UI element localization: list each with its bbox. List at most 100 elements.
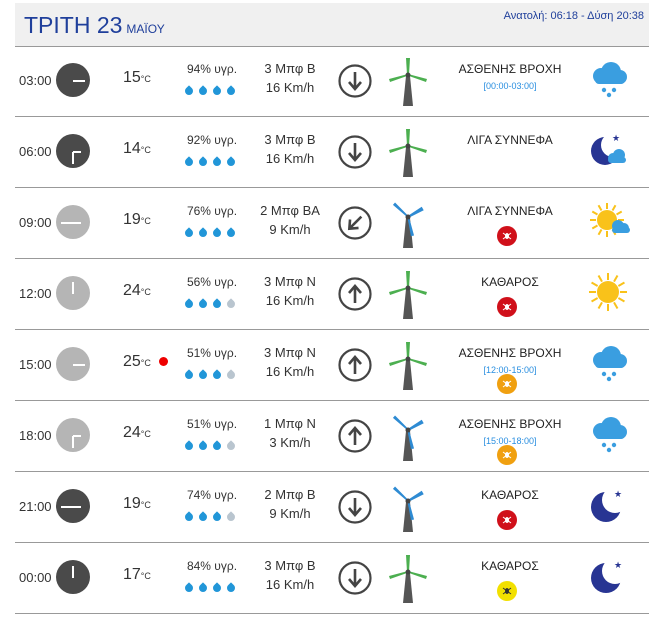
wind-force: 2 Μπφ ΒΑ bbox=[260, 203, 320, 218]
humidity-drop-icon bbox=[183, 511, 195, 523]
humidity-drop-icon bbox=[225, 298, 237, 310]
humidity-drop-icon bbox=[197, 156, 209, 168]
windmill-icon bbox=[389, 129, 427, 177]
humidity-drops bbox=[183, 153, 241, 171]
wind-speed: 16 Km/h bbox=[265, 80, 315, 95]
condition-label: ΑΣΘΕΝΗΣ ΒΡΟΧΗ bbox=[458, 346, 562, 360]
time-label: 21:00 bbox=[19, 499, 52, 514]
cloud-rain-icon bbox=[593, 417, 627, 453]
windmill-icon bbox=[389, 555, 427, 603]
wind-speed: 9 Km/h bbox=[269, 506, 311, 521]
windmill-icon bbox=[392, 415, 424, 461]
sun-cloud-icon bbox=[590, 203, 630, 237]
temperature-unit: °C bbox=[140, 287, 151, 297]
temperature-value: 24 bbox=[123, 424, 141, 441]
wind-turbine bbox=[386, 484, 430, 539]
condition-label: ΚΑΘΑΡΟΣ bbox=[481, 275, 539, 289]
mosquito-badge bbox=[497, 510, 517, 530]
wind-turbine bbox=[386, 129, 430, 184]
wind-direction-down-icon bbox=[338, 561, 372, 595]
wind-force: 3 Μπφ Β bbox=[264, 558, 316, 573]
clock-icon bbox=[56, 489, 90, 523]
wind-force: 1 Μπφ Ν bbox=[264, 416, 316, 431]
windmill-icon bbox=[392, 202, 424, 248]
wind-speed: 3 Km/h bbox=[269, 435, 311, 450]
svg-text:★: ★ bbox=[614, 561, 622, 571]
wind-force: 3 Μπφ Β bbox=[264, 61, 316, 76]
wind-speed: 16 Km/h bbox=[265, 364, 315, 379]
wind-direction-up-icon bbox=[338, 277, 372, 311]
temperature-unit: °C bbox=[140, 571, 151, 581]
humidity-drop-icon bbox=[225, 369, 237, 381]
humidity-drop-icon bbox=[225, 227, 237, 239]
temperature-unit: °C bbox=[140, 358, 151, 368]
weather-icon: ★ bbox=[587, 129, 629, 176]
windmill-icon bbox=[392, 486, 424, 532]
moon-cloud-icon: ★ bbox=[591, 133, 626, 165]
wind-info: 2 Μπφ Β 9 Km/h bbox=[250, 485, 330, 523]
wind-turbine bbox=[386, 413, 430, 468]
humidity-drop-icon bbox=[211, 582, 223, 594]
weather-icon bbox=[587, 58, 629, 105]
humidity-drop-icon bbox=[211, 298, 223, 310]
forecast-row: 18:00 24°C 51% υγρ. 1 Μπφ Ν 3 Km/h ΑΣΘΕΝ… bbox=[15, 401, 649, 472]
temperature-value: 17 bbox=[123, 566, 141, 583]
wind-turbine bbox=[386, 555, 430, 610]
mosquito-badge bbox=[497, 581, 517, 601]
wind-turbine bbox=[386, 271, 430, 326]
wind-direction bbox=[337, 63, 373, 104]
humidity-drop-icon bbox=[197, 85, 209, 97]
wind-turbine bbox=[386, 342, 430, 397]
wind-direction bbox=[337, 134, 373, 175]
temperature: 19°C bbox=[123, 495, 151, 513]
temperature-unit: °C bbox=[140, 216, 151, 226]
wind-info: 3 Μπφ Β 16 Km/h bbox=[250, 59, 330, 97]
humidity-drop-icon bbox=[211, 85, 223, 97]
wind-direction-down-left-icon bbox=[338, 206, 372, 240]
day-title: ΤΡΙΤΗ 23 ΜΑΪΟΥ bbox=[24, 12, 165, 39]
humidity-drop-icon bbox=[197, 511, 209, 523]
windmill-icon bbox=[389, 58, 427, 106]
humidity-drop-icon bbox=[211, 511, 223, 523]
wind-info: 2 Μπφ ΒΑ 9 Km/h bbox=[250, 201, 330, 239]
wind-speed: 16 Km/h bbox=[265, 577, 315, 592]
wind-info: 3 Μπφ Ν 16 Km/h bbox=[250, 272, 330, 310]
moon-icon: ★ bbox=[591, 487, 628, 522]
humidity-drop-icon bbox=[197, 369, 209, 381]
humidity-label: 92% υγρ. bbox=[186, 133, 238, 147]
humidity-drop-icon bbox=[183, 582, 195, 594]
weather-icon: ★ bbox=[587, 484, 629, 531]
wind-direction-up-icon bbox=[338, 419, 372, 453]
day-label: ΤΡΙΤΗ 23 bbox=[24, 12, 123, 38]
temperature-value: 15 bbox=[123, 69, 141, 86]
forecast-row: 06:00 14°C 92% υγρ. 3 Μπφ Β 16 Km/h ΛΙΓΑ… bbox=[15, 117, 649, 188]
mosquito-badge bbox=[497, 445, 517, 465]
day-header: ΤΡΙΤΗ 23 ΜΑΪΟΥ Ανατολή: 06:18 - Δύση 20:3… bbox=[15, 3, 649, 47]
humidity-drop-icon bbox=[225, 156, 237, 168]
humidity-label: 51% υγρ. bbox=[186, 346, 238, 360]
rain-window: [00:00-03:00] bbox=[483, 81, 537, 91]
sunrise-sunset: Ανατολή: 06:18 - Δύση 20:38 bbox=[503, 10, 644, 22]
humidity-drop-icon bbox=[225, 582, 237, 594]
svg-text:★: ★ bbox=[614, 490, 622, 500]
clock-icon bbox=[56, 347, 90, 381]
humidity-drops bbox=[183, 579, 241, 597]
wind-speed: 16 Km/h bbox=[265, 151, 315, 166]
clock-icon bbox=[56, 418, 90, 452]
sun-icon bbox=[589, 273, 627, 311]
wind-direction-up-icon bbox=[338, 348, 372, 382]
weather-icon bbox=[587, 200, 633, 247]
humidity-label: 74% υγρ. bbox=[186, 488, 238, 502]
weather-icon bbox=[587, 413, 629, 460]
clock-icon bbox=[56, 134, 90, 168]
temperature: 25°C bbox=[123, 353, 151, 371]
cloud-rain-icon bbox=[593, 62, 627, 98]
wind-direction bbox=[337, 347, 373, 388]
mosquito-badge bbox=[497, 374, 517, 394]
humidity-drop-icon bbox=[197, 227, 209, 239]
time-label: 12:00 bbox=[19, 286, 52, 301]
wind-force: 2 Μπφ Β bbox=[264, 487, 316, 502]
time-label: 09:00 bbox=[19, 215, 52, 230]
time-label: 18:00 bbox=[19, 428, 52, 443]
wind-direction bbox=[337, 489, 373, 530]
